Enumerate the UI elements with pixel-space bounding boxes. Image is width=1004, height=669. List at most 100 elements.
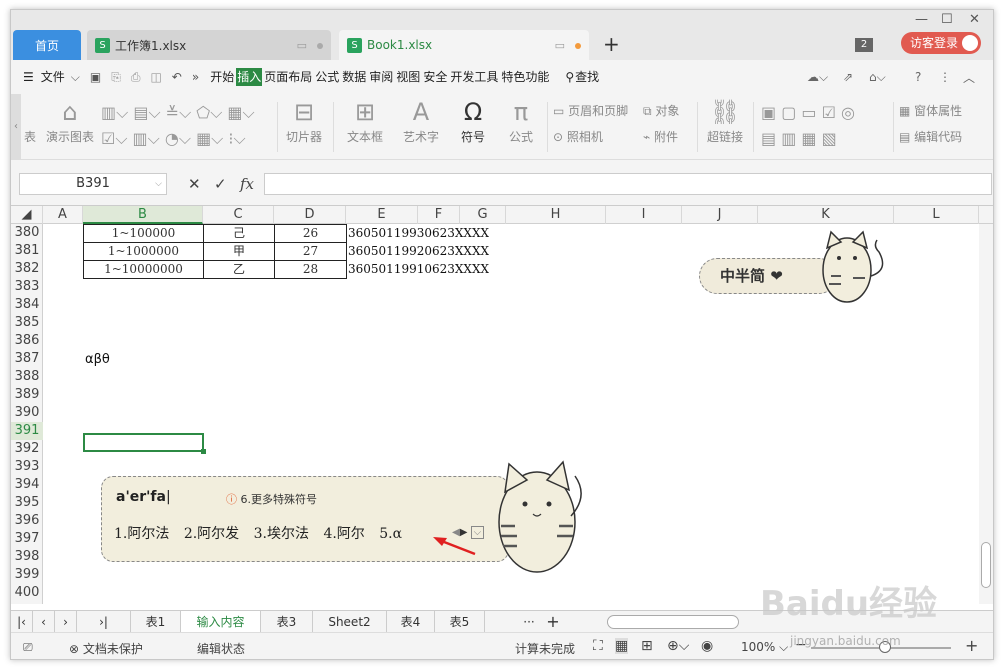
ribbon-wordart[interactable]: A 艺术字 — [395, 98, 447, 145]
ribbon-equation[interactable]: π 公式 — [501, 98, 541, 145]
tab-controls[interactable]: ▭ — [297, 39, 323, 52]
row-header-387[interactable]: 387 — [11, 350, 43, 368]
print-icon[interactable]: ⎙ — [131, 70, 141, 85]
tab-book1[interactable]: S Book1.xlsx ▭ — [339, 30, 589, 60]
row-header-385[interactable]: 385 — [11, 314, 43, 332]
chevron-down-icon[interactable]: ⌵ — [71, 70, 80, 85]
ribbon-edit-code[interactable]: ▤ 编辑代码 — [899, 128, 979, 145]
ime-candidate-5[interactable]: 5.α — [379, 526, 402, 542]
sheet-tab-2[interactable]: 输入内容 — [181, 611, 261, 633]
row-header-389[interactable]: 389 — [11, 386, 43, 404]
ribbon-hyperlink[interactable]: ⛓ 超链接 — [703, 98, 747, 145]
chevron-up-icon[interactable]: ︿ — [963, 69, 975, 86]
row-header-388[interactable]: 388 — [11, 368, 43, 386]
ime-candidate-3[interactable]: 3.埃尔法 — [254, 526, 309, 542]
minimize-button[interactable]: — — [915, 12, 928, 27]
collapse-icon[interactable]: ⌂⌵ — [869, 70, 886, 85]
prev-sheet-icon[interactable]: ‹ — [33, 611, 55, 633]
ribbon-header-footer[interactable]: ▭ 页眉和页脚 — [553, 102, 643, 119]
row-header-381[interactable]: 381 — [11, 242, 43, 260]
menu-view[interactable]: 视图 — [395, 68, 421, 86]
menu-developer[interactable]: 开发工具 — [449, 68, 499, 86]
table-cell[interactable]: 甲 — [204, 243, 275, 261]
menu-features[interactable]: 特色功能 — [500, 68, 550, 86]
col-header-C[interactable]: C — [203, 206, 274, 224]
window-count-badge[interactable]: 2 — [855, 38, 873, 52]
table-cell[interactable]: 1~1000000 — [84, 243, 204, 261]
macro-icon[interactable]: ⎚ — [23, 640, 33, 655]
form-control-icons[interactable]: ▣ ▢ ▭ ☑ ◎ ▤ ▥ ▦ ▧ — [761, 100, 891, 152]
row-header-399[interactable]: 399 — [11, 566, 43, 584]
spreadsheet-grid[interactable]: ◢ A B C D E F G H I J K L 380 381 382 38… — [11, 206, 993, 604]
menu-review[interactable]: 审阅 — [368, 68, 394, 86]
row-header-395[interactable]: 395 — [11, 494, 43, 512]
ime-candidate-4[interactable]: 4.阿尔 — [323, 526, 364, 542]
new-tab-button[interactable]: + — [603, 32, 620, 56]
ribbon-symbol[interactable]: Ω 符号 — [453, 98, 493, 145]
menu-data[interactable]: 数据 — [341, 68, 367, 86]
col-header-H[interactable]: H — [506, 206, 606, 224]
col-header-F[interactable]: F — [418, 206, 460, 224]
col-header-E[interactable]: E — [346, 206, 418, 224]
selected-cell-B391[interactable] — [83, 433, 206, 454]
ribbon-object[interactable]: ⧉ 对象 — [643, 102, 693, 119]
next-sheet-icon[interactable]: › — [55, 611, 77, 633]
ribbon-table[interactable]: 表 — [23, 128, 37, 145]
tab-controls[interactable]: ▭ — [555, 39, 581, 52]
save-icon[interactable]: ▣ — [90, 70, 101, 84]
table-cell[interactable]: 27 — [275, 243, 347, 261]
col-header-J[interactable]: J — [682, 206, 758, 224]
sheet-tab-5[interactable]: 表4 — [387, 611, 435, 633]
ribbon-slicer[interactable]: ⊟ 切片器 — [281, 98, 327, 145]
normal-view-icon[interactable]: ▦ — [615, 638, 629, 654]
page-break-icon[interactable]: ⊞ — [641, 638, 653, 654]
row-header-392[interactable]: 392 — [11, 440, 43, 458]
menu-page-layout[interactable]: 页面布局 — [263, 68, 313, 86]
more-sheets-icon[interactable]: ··· — [517, 611, 541, 633]
tab-home[interactable]: 首页 — [13, 30, 81, 60]
row-header-391[interactable]: 391 — [11, 422, 43, 440]
fx-icon[interactable]: fx — [240, 175, 254, 193]
sheet-tab-3[interactable]: 表3 — [261, 611, 313, 633]
ime-candidate-2[interactable]: 2.阿尔发 — [184, 526, 239, 542]
sheet-tab-4[interactable]: Sheet2 — [313, 611, 387, 633]
protect-status[interactable]: ⊗ 文档未保护 — [69, 640, 143, 657]
ribbon-attachment[interactable]: ⌁ 附件 — [643, 128, 693, 145]
login-button[interactable]: 访客登录 — [901, 32, 981, 54]
cell-id[interactable]: 36050119930623XXXX — [348, 225, 489, 243]
tab-workbook1[interactable]: S 工作簿1.xlsx ▭ — [87, 30, 331, 60]
ribbon-textbox[interactable]: ⊞ 文本框 — [339, 98, 391, 145]
page-layout-icon[interactable]: ⊕⌵ — [667, 638, 689, 654]
fullscreen-icon[interactable]: ⛶ — [593, 638, 603, 654]
close-button[interactable]: ✕ — [969, 12, 980, 27]
cell-B387[interactable]: αβθ — [85, 351, 110, 369]
more-options-icon[interactable]: ⋮ — [939, 70, 951, 84]
help-icon[interactable]: ? — [915, 70, 921, 84]
row-header-382[interactable]: 382 — [11, 260, 43, 278]
add-sheet-button[interactable]: + — [541, 611, 565, 633]
formula-input[interactable] — [264, 173, 992, 195]
col-header-L[interactable]: L — [894, 206, 979, 224]
table-cell[interactable]: 26 — [275, 225, 347, 243]
sheet-tab-6[interactable]: 表5 — [435, 611, 485, 633]
cell-id[interactable]: 36050119920623XXXX — [348, 243, 489, 261]
preview-icon[interactable]: ◫ — [150, 70, 161, 84]
zoom-level[interactable]: 100% ⌵ — [741, 640, 788, 655]
col-header-K[interactable]: K — [758, 206, 894, 224]
row-header-397[interactable]: 397 — [11, 530, 43, 548]
zoom-in-icon[interactable]: + — [965, 636, 978, 655]
eye-icon[interactable]: ◉ — [701, 638, 713, 654]
search-icon[interactable]: ⚲ — [565, 70, 574, 84]
ribbon-scroll-left[interactable]: ‹ — [11, 94, 21, 160]
col-header-G[interactable]: G — [460, 206, 506, 224]
cloud-icon[interactable]: ☁⌵ — [807, 70, 828, 85]
menu-file[interactable]: 文件 — [40, 68, 66, 86]
export-icon[interactable]: ⎘ — [111, 70, 121, 85]
menu-security[interactable]: 安全 — [422, 68, 448, 86]
table-cell[interactable]: 乙 — [204, 261, 275, 279]
cancel-icon[interactable]: ✕ — [188, 175, 201, 193]
col-header-I[interactable]: I — [606, 206, 682, 224]
table-cell[interactable]: 己 — [204, 225, 275, 243]
chart-type-icons[interactable]: ▥⌵ ▤⌵ ≚⌵ ⬠⌵ ▦⌵ ☑⌵ ▥⌵ ◔⌵ ▦⌵ ⁝⌵ — [101, 100, 271, 152]
undo-icon[interactable]: ↶ — [172, 70, 182, 84]
